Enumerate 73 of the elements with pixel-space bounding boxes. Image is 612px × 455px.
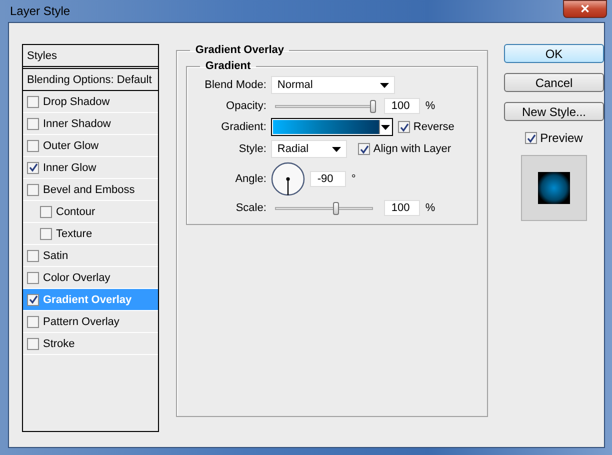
gradient-picker[interactable]: [271, 118, 394, 136]
slider-thumb[interactable]: [370, 100, 376, 112]
field-label: Scale:: [234, 202, 266, 214]
effect-label: Texture: [56, 228, 92, 240]
field-label: Blend Mode:: [204, 79, 266, 91]
effect-item[interactable]: Drop Shadow: [23, 91, 158, 113]
style-dropdown[interactable]: Radial: [271, 140, 348, 158]
effect-item[interactable]: Bevel and Emboss: [23, 179, 158, 201]
dialog-button[interactable]: New Style...: [504, 102, 604, 121]
effect-checkbox[interactable]: [27, 272, 39, 284]
dropdown-caret-icon: [380, 82, 390, 88]
preview-thumbnail: [521, 155, 587, 221]
effect-label: Bevel and Emboss: [43, 184, 135, 196]
effect-checkbox[interactable]: [40, 228, 52, 240]
effect-label: Outer Glow: [43, 140, 99, 152]
effect-checkbox[interactable]: [27, 140, 39, 152]
checkbox[interactable]: [398, 121, 410, 133]
angle-dial[interactable]: [271, 162, 306, 196]
field-label: Opacity:: [225, 100, 266, 112]
effect-checkbox[interactable]: [27, 162, 39, 174]
effect-label: Inner Shadow: [43, 118, 111, 130]
window-title: Layer Style: [9, 4, 70, 18]
effect-checkbox[interactable]: [27, 118, 39, 130]
slider-thumb[interactable]: [333, 202, 340, 214]
effect-item[interactable]: Inner Glow: [23, 157, 158, 179]
effect-item[interactable]: Texture: [23, 223, 158, 245]
preview-checkbox[interactable]: [525, 132, 538, 144]
effect-label: Pattern Overlay: [43, 316, 120, 328]
effect-checkbox[interactable]: [27, 338, 39, 350]
checkbox[interactable]: [358, 143, 370, 155]
effect-item[interactable]: Stroke: [23, 333, 158, 355]
group-title: Gradient: [204, 60, 252, 72]
dialog-button[interactable]: OK: [504, 44, 604, 63]
effect-item[interactable]: Inner Shadow: [23, 113, 158, 135]
field-label: Angle:: [234, 173, 266, 185]
close-button[interactable]: ✕: [563, 0, 607, 18]
styles-item[interactable]: Styles: [23, 45, 158, 69]
dropdown-caret-icon: [332, 146, 342, 152]
effect-item[interactable]: Pattern Overlay: [23, 311, 158, 333]
unit-label: %: [425, 202, 436, 214]
opacity-slider[interactable]: [275, 100, 374, 112]
unit-label: °: [351, 173, 356, 185]
effect-label: Gradient Overlay: [43, 294, 132, 306]
effect-label: Satin: [43, 250, 68, 262]
effect-checkbox[interactable]: [27, 250, 39, 262]
scale-field[interactable]: 100: [384, 200, 420, 216]
effect-checkbox[interactable]: [27, 184, 39, 196]
dropdown-caret-icon: [381, 124, 390, 130]
scale-slider[interactable]: [275, 202, 374, 214]
group-title: Gradient Overlay: [194, 44, 286, 56]
checkbox-label: Align with Layer: [373, 143, 452, 155]
checkbox-label: Reverse: [413, 121, 454, 133]
effect-checkbox[interactable]: [27, 316, 39, 328]
blending-options-item[interactable]: Blending Options: Default: [23, 69, 158, 91]
effect-label: Stroke: [43, 338, 75, 350]
effect-label: Contour: [56, 206, 96, 218]
effect-checkbox[interactable]: [27, 294, 39, 306]
effect-label: Color Overlay: [43, 272, 110, 284]
field-label: Gradient:: [220, 121, 266, 133]
angle-field[interactable]: -90: [310, 171, 346, 187]
unit-label: %: [425, 100, 436, 112]
checkbox-label: Preview: [540, 131, 583, 145]
effect-checkbox[interactable]: [40, 206, 52, 218]
effect-checkbox[interactable]: [27, 96, 39, 108]
dialog-button[interactable]: Cancel: [504, 73, 604, 92]
effect-label: Drop Shadow: [43, 96, 110, 108]
opacity-field[interactable]: 100: [384, 98, 420, 114]
effect-item[interactable]: Outer Glow: [23, 135, 158, 157]
effect-item[interactable]: Satin: [23, 245, 158, 267]
effect-item[interactable]: Contour: [23, 201, 158, 223]
blend-mode-dropdown[interactable]: Normal: [271, 76, 396, 94]
field-label: Style:: [238, 143, 266, 155]
effect-label: Inner Glow: [43, 162, 96, 174]
